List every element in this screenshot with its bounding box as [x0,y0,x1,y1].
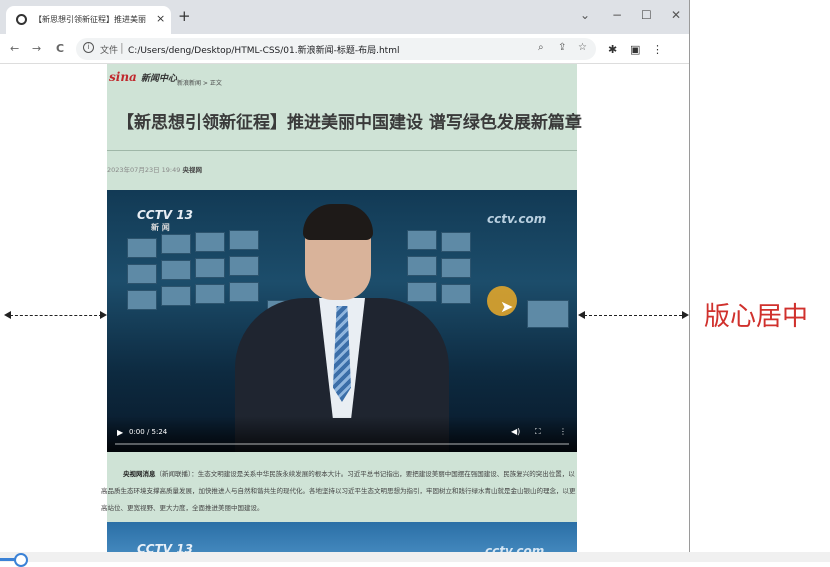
source-link[interactable]: 央视网 [182,166,202,174]
zoom-icon[interactable]: ⌕ [538,42,544,53]
logo-sub: 新闻中心 [141,74,178,84]
cctv-watermark: cctv.com [487,212,547,226]
back-button[interactable]: ← [10,42,19,55]
browser-tab[interactable]: 【新思想引领新征程】推进美丽中 × [6,6,171,34]
body-lead: 央视网消息 [123,470,156,478]
share-icon[interactable]: ⇪ [558,42,566,53]
star-icon[interactable]: ☆ [578,42,587,53]
reload-button[interactable]: C [56,42,64,55]
play-icon[interactable]: ▶ [117,428,123,437]
right-arrowhead-outer [682,311,689,319]
bottom-scrubber [0,552,830,567]
maximize-button[interactable]: ☐ [641,8,652,22]
globe-icon [16,14,27,25]
extensions-icon[interactable]: ✱ [608,43,617,56]
more-options-icon[interactable]: ⋮ [559,427,567,436]
body-paragraph: （新闻联播）：生态文明建设是关系中华民族永续发展的根本大计。习近平总书记指出，要… [101,470,576,512]
new-tab-button[interactable]: + [178,9,191,24]
publish-date: 2023年07月23日 19:49 [107,166,181,174]
left-dashed-arrow [10,315,102,316]
url-text[interactable]: C:/Users/deng/Desktop/HTML-CSS/01.新浪新闻-标… [128,43,399,56]
left-arrowhead-inner [100,311,107,319]
sina-logo[interactable]: sina 新闻中心 [109,70,177,84]
site-info-icon[interactable]: i [83,42,94,53]
tab-strip: 【新思想引领新征程】推进美丽中 × + ⌄ − ☐ ✕ [0,0,689,34]
menu-icon[interactable]: ⋮ [652,43,663,56]
breadcrumb[interactable]: 新浪新闻 > 正文 [177,78,222,87]
forward-button[interactable]: → [32,42,41,55]
tab-close-button[interactable]: × [156,12,165,25]
fullscreen-icon[interactable]: ⛶ [535,427,541,437]
headline-divider [107,150,577,151]
left-arrowhead-outer [4,311,11,319]
address-bar[interactable]: i 文件 | C:/Users/deng/Desktop/HTML-CSS/01… [76,38,596,60]
article-container: sina 新闻中心 新浪新闻 > 正文 【新思想引领新征程】推进美丽中国建设 谱… [101,64,582,562]
annotation-label: 版心居中 [704,302,809,332]
sidebar-icon[interactable]: ▣ [630,43,640,56]
right-arrowhead-inner [578,311,585,319]
channel-name: 新 闻 [151,223,170,232]
scrubber-knob[interactable] [14,553,28,567]
minimize-button[interactable]: − [612,8,622,22]
tab-title: 【新思想引领新征程】推进美丽中 [34,15,146,24]
article-headline: 【新思想引领新征程】推进美丽中国建设 谱写绿色发展新篇章 [117,113,582,133]
scheme-label: 文件 [100,46,119,56]
dateline: 2023年07月23日 19:49 央视网 [107,164,202,174]
address-separator: | [120,41,124,54]
volume-icon[interactable]: ◀) [511,427,520,436]
close-window-button[interactable]: ✕ [671,8,681,22]
channel-logo: CCTV 13 [137,208,193,222]
browser-window: 【新思想引领新征程】推进美丽中 × + ⌄ − ☐ ✕ ← → C i 文件 |… [0,0,690,562]
right-dashed-arrow [584,315,682,316]
video-time: 0:00 / 5:24 [129,428,168,436]
article-body: 央视网消息（新闻联播）：生态文明建设是关系中华民族永续发展的根本大计。习近平总书… [101,466,577,517]
address-toolbar: ← → C i 文件 | C:/Users/deng/Desktop/HTML-… [0,34,689,64]
mouse-cursor-icon: ➤ [500,297,514,316]
video-progress-bar[interactable] [115,443,569,445]
video-controls: ▶ 0:00 / 5:24 ◀) ⛶ ⋮ [107,416,577,452]
tab-search-button[interactable]: ⌄ [580,8,590,22]
video-player[interactable]: CCTV 13 新 闻 cctv.com ➤ ▶ 0:00 / 5:24 ◀) … [107,190,577,452]
logo-main: sina [109,70,137,84]
cctv13-logo: CCTV 13 新 闻 [137,208,193,233]
